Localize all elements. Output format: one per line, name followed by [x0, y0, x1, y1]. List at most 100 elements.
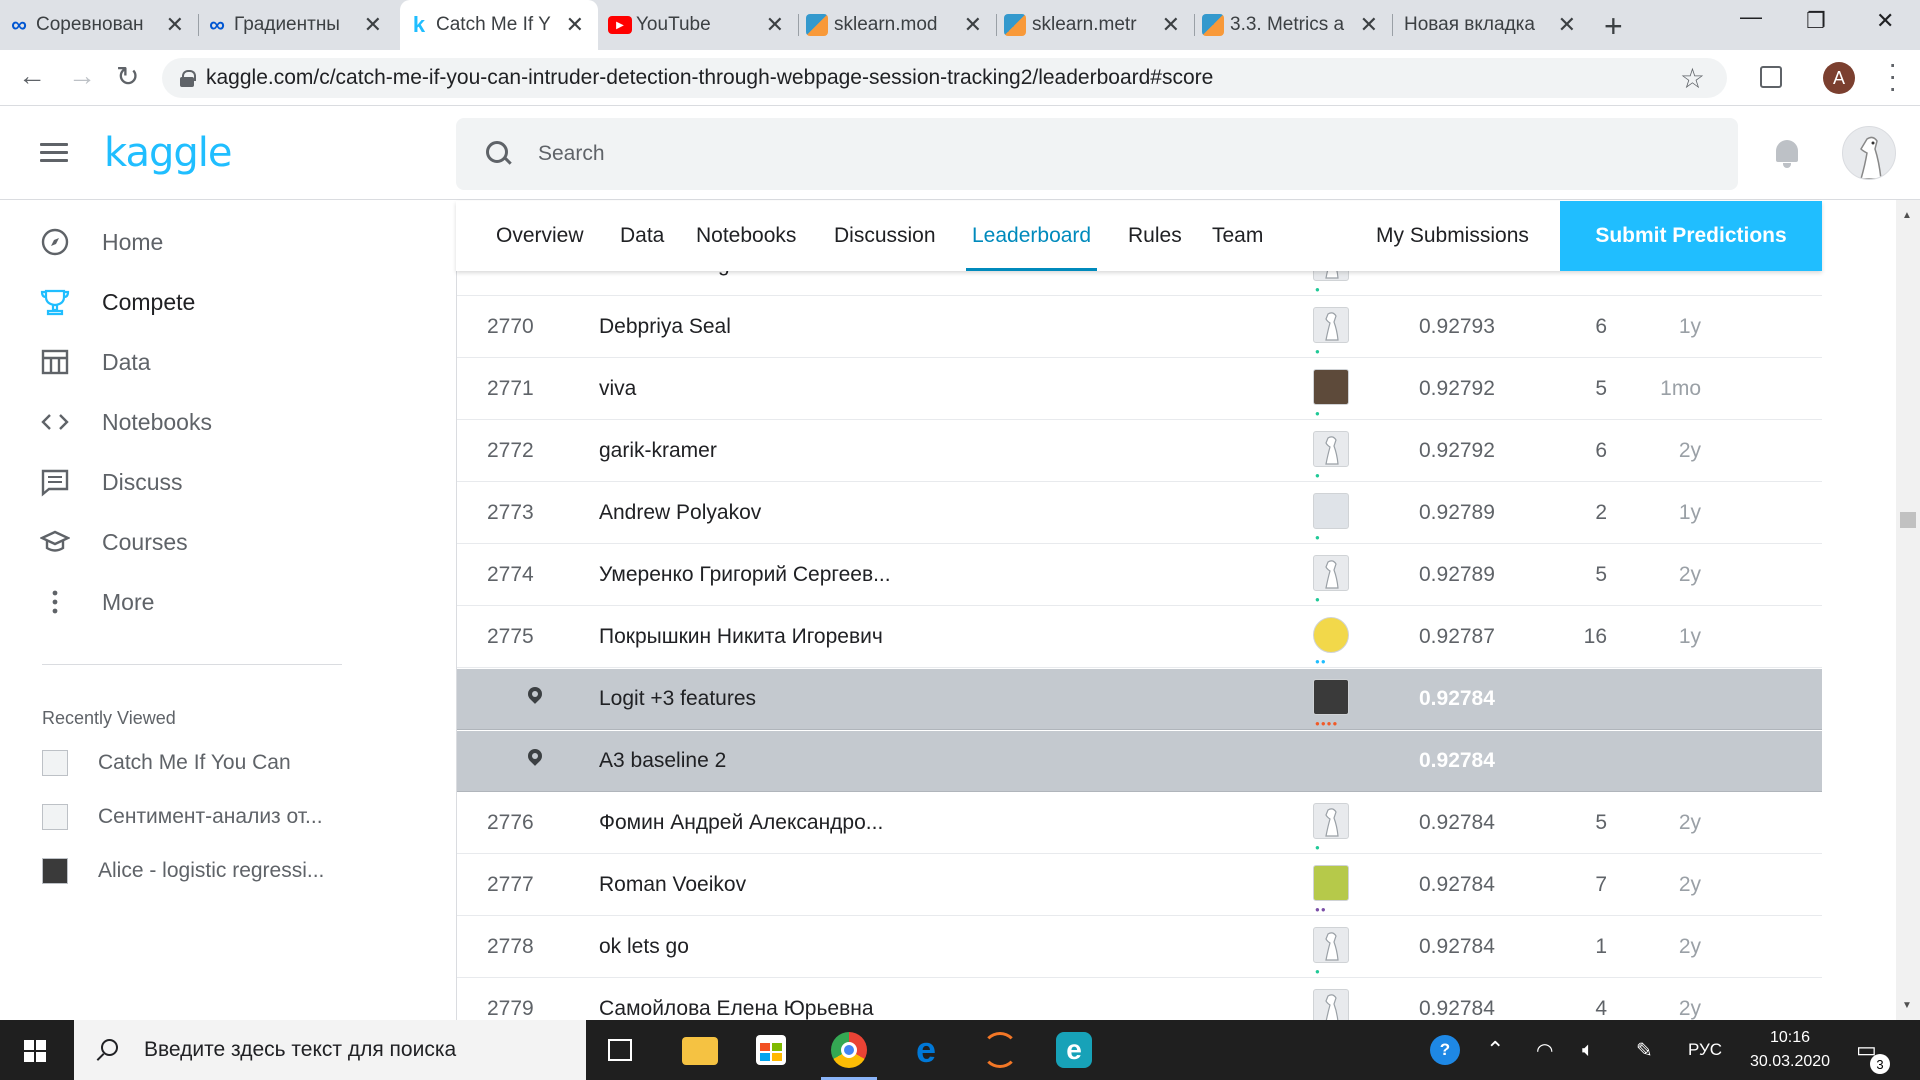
team-name[interactable]: ok lets go: [599, 935, 689, 959]
kaggle-logo[interactable]: kaggle: [104, 130, 232, 176]
team-member-avatar[interactable]: [1313, 493, 1349, 529]
close-icon[interactable]: ✕: [364, 12, 382, 38]
url-text[interactable]: kaggle.com/c/catch-me-if-you-can-intrude…: [206, 66, 1213, 90]
notifications-bell-icon[interactable]: [1774, 138, 1800, 168]
browser-tab-active[interactable]: k Catch Me If Y ✕: [400, 0, 598, 50]
team-name[interactable]: Debpriya Seal: [599, 315, 731, 339]
leaderboard-row[interactable]: 2774 Умеренко Григорий Сергеев... ● 0.92789…: [457, 545, 1822, 606]
tray-overflow-icon[interactable]: ⌃: [1486, 1020, 1504, 1080]
leaderboard-row[interactable]: 2779Самойлова Елена Юрьевна●0.9278442y: [457, 979, 1822, 1020]
windows-start-icon[interactable]: [24, 1040, 46, 1062]
team-name[interactable]: Умеренко Григорий Сергеев...: [599, 563, 891, 587]
close-icon[interactable]: ✕: [964, 12, 982, 38]
reload-icon[interactable]: ↻: [116, 60, 139, 93]
leaderboard-row[interactable]: 2770 Debpriya Seal ● 0.92793 6 1y: [457, 297, 1822, 358]
leaderboard-row-own-submission[interactable]: Logit +3 features ●●●● 0.92784: [457, 669, 1822, 730]
browser-tab[interactable]: 3.3. Metrics a ✕: [1194, 0, 1392, 50]
tab-data[interactable]: Data: [620, 201, 664, 271]
restore-icon[interactable]: ❐: [1806, 8, 1826, 34]
tab-leaderboard[interactable]: Leaderboard: [965, 201, 1098, 271]
tab-rules[interactable]: Rules: [1128, 201, 1182, 271]
recent-item[interactable]: Alice - logistic regressi...: [42, 856, 324, 886]
close-icon[interactable]: ✕: [166, 12, 184, 38]
site-search[interactable]: [456, 118, 1738, 190]
extension-icon[interactable]: [1760, 66, 1782, 88]
team-name[interactable]: Самойлова Елена Юрьевна: [599, 997, 874, 1020]
browser-tab[interactable]: sklearn.metr ✕: [996, 0, 1194, 50]
default-goose-avatar[interactable]: [1313, 927, 1349, 963]
default-goose-avatar[interactable]: [1313, 555, 1349, 591]
browser-tab[interactable]: ∞ Градиентны ✕: [198, 0, 396, 50]
leaderboard-row-own-submission[interactable]: A3 baseline 2 0.92784: [457, 731, 1822, 792]
page-scrollbar[interactable]: ▲ ▼: [1896, 200, 1920, 1020]
leaderboard-row[interactable]: 2772 garik-kramer ● 0.92792 6 2y: [457, 421, 1822, 482]
leaderboard-row[interactable]: 2775 Покрышкин Никита Игоревич ●● 0.92787 16…: [457, 607, 1822, 668]
sidebar-item-discuss[interactable]: Discuss: [40, 462, 183, 502]
leaderboard-row[interactable]: 2773 Andrew Polyakov ● 0.92789 2 1y: [457, 483, 1822, 544]
team-member-avatar[interactable]: [1313, 369, 1349, 405]
help-icon[interactable]: ?: [1430, 1020, 1460, 1080]
forward-icon[interactable]: →: [68, 60, 96, 92]
browser-menu-icon[interactable]: · · ·: [1888, 50, 1897, 102]
scroll-up-icon[interactable]: ▲: [1902, 210, 1912, 221]
scroll-down-icon[interactable]: ▼: [1902, 1000, 1912, 1011]
jupyter-icon[interactable]: [982, 1032, 1018, 1068]
default-goose-avatar[interactable]: [1313, 307, 1349, 343]
new-tab-button[interactable]: +: [1604, 8, 1623, 45]
lock-icon[interactable]: [180, 70, 196, 87]
minimize-icon[interactable]: —: [1740, 4, 1762, 30]
team-name[interactable]: Roman Voeikov: [599, 873, 746, 897]
taskbar-search[interactable]: Введите здесь текст для поиска: [74, 1020, 586, 1080]
recent-item[interactable]: Catch Me If You Can: [42, 748, 291, 778]
team-name[interactable]: Andrew Polyakov: [599, 501, 761, 525]
wifi-icon[interactable]: ◠: [1536, 1020, 1553, 1080]
team-member-avatar[interactable]: [1313, 865, 1349, 901]
close-icon[interactable]: ✕: [766, 12, 784, 38]
eset-icon[interactable]: e: [1056, 1032, 1092, 1068]
close-icon[interactable]: ✕: [1360, 12, 1378, 38]
browser-tab[interactable]: Новая вкладка ✕: [1392, 0, 1590, 50]
file-explorer-icon[interactable]: [682, 1037, 718, 1065]
pen-icon[interactable]: ✎: [1636, 1020, 1653, 1080]
edge-icon[interactable]: e: [908, 1032, 944, 1068]
leaderboard-row[interactable]: 2778 ok lets go ● 0.92784 1 2y: [457, 917, 1822, 978]
default-goose-avatar[interactable]: [1313, 803, 1349, 839]
task-view-icon[interactable]: [608, 1039, 632, 1061]
sidebar-item-more[interactable]: More: [40, 582, 154, 622]
team-name[interactable]: Фомин Андрей Александро...: [599, 811, 883, 835]
store-icon[interactable]: [756, 1035, 786, 1065]
close-icon[interactable]: ✕: [1558, 12, 1576, 38]
volume-icon[interactable]: 🔈︎: [1582, 1020, 1594, 1080]
default-goose-avatar[interactable]: [1313, 431, 1349, 467]
language-indicator[interactable]: РУС: [1688, 1020, 1722, 1080]
tab-overview[interactable]: Overview: [496, 201, 584, 271]
team-member-avatar[interactable]: [1313, 617, 1349, 653]
tab-notebooks[interactable]: Notebooks: [696, 201, 796, 271]
leaderboard-row[interactable]: 2771 viva ● 0.92792 5 1mo: [457, 359, 1822, 420]
clock[interactable]: 10:16 30.03.2020: [1740, 1026, 1840, 1074]
user-avatar[interactable]: [1842, 126, 1896, 180]
sidebar-item-home[interactable]: Home: [40, 222, 163, 262]
tab-team[interactable]: Team: [1212, 201, 1263, 271]
team-name[interactable]: garik-kramer: [599, 439, 717, 463]
leaderboard-row[interactable]: 2777 Roman Voeikov ●● 0.92784 7 2y: [457, 855, 1822, 916]
browser-tab[interactable]: ∞ Соревнован ✕: [0, 0, 198, 50]
bookmark-star-icon[interactable]: ☆: [1680, 62, 1705, 95]
recent-item[interactable]: Сентимент-анализ от...: [42, 802, 323, 832]
close-icon[interactable]: ✕: [1162, 12, 1180, 38]
team-name[interactable]: viva: [599, 377, 636, 401]
default-goose-avatar[interactable]: [1313, 989, 1349, 1020]
back-icon[interactable]: ←: [18, 60, 46, 92]
hamburger-menu-icon[interactable]: [40, 143, 68, 163]
leaderboard-row[interactable]: 2776 Фомин Андрей Александро... ● 0.92784 5 2…: [457, 793, 1822, 854]
chrome-icon[interactable]: [831, 1032, 867, 1068]
team-name[interactable]: Покрышкин Никита Игоревич: [599, 625, 883, 649]
team-member-avatar[interactable]: [1313, 679, 1349, 715]
profile-avatar[interactable]: A: [1823, 62, 1855, 94]
scrollbar-thumb[interactable]: [1900, 512, 1916, 528]
sidebar-item-courses[interactable]: Courses: [40, 522, 188, 562]
sidebar-item-compete[interactable]: Compete: [40, 282, 195, 322]
sidebar-item-notebooks[interactable]: Notebooks: [40, 402, 212, 442]
submit-predictions-button[interactable]: Submit Predictions: [1560, 201, 1822, 271]
browser-tab[interactable]: sklearn.mod ✕: [798, 0, 996, 50]
